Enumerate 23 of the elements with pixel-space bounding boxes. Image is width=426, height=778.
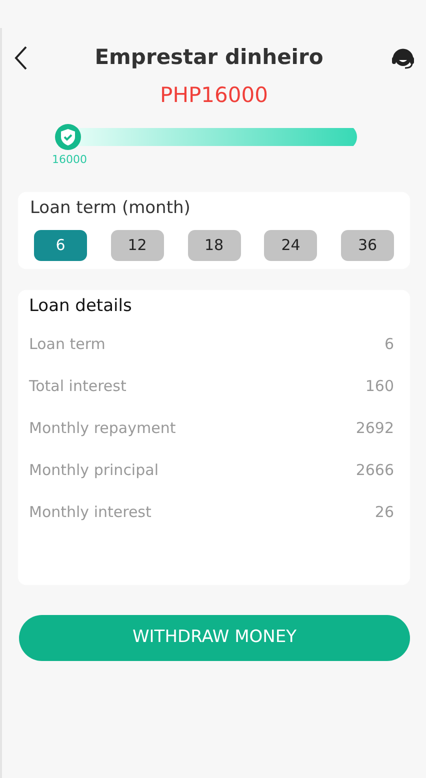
slider-reading: 16000 <box>52 152 88 168</box>
detail-value: 160 <box>365 376 394 397</box>
detail-value: 26 <box>374 502 394 523</box>
detail-value: 2692 <box>356 418 394 439</box>
term-option[interactable]: 24 <box>264 230 318 260</box>
detail-label: Total interest <box>29 376 126 397</box>
detail-value: 2666 <box>356 460 394 481</box>
detail-label: Monthly interest <box>29 502 152 523</box>
page-title: Emprestar dinheiro <box>94 44 324 72</box>
loan-amount: PHP16000 <box>159 82 269 109</box>
detail-label: Monthly principal <box>29 460 158 481</box>
shield-check-icon <box>60 128 76 146</box>
section-title: Loan term (month) <box>30 197 192 220</box>
term-option[interactable]: 36 <box>341 230 394 260</box>
back-button[interactable] <box>14 45 28 71</box>
term-option[interactable]: 18 <box>188 230 240 260</box>
detail-label: Monthly repayment <box>29 418 176 439</box>
detail-label: Loan term <box>29 334 106 355</box>
term-option[interactable]: 12 <box>110 230 164 260</box>
term-option[interactable]: 6 <box>34 230 87 260</box>
detail-value: 6 <box>384 334 394 355</box>
slider-thumb[interactable] <box>55 124 81 150</box>
section-title: Loan details <box>29 294 133 318</box>
